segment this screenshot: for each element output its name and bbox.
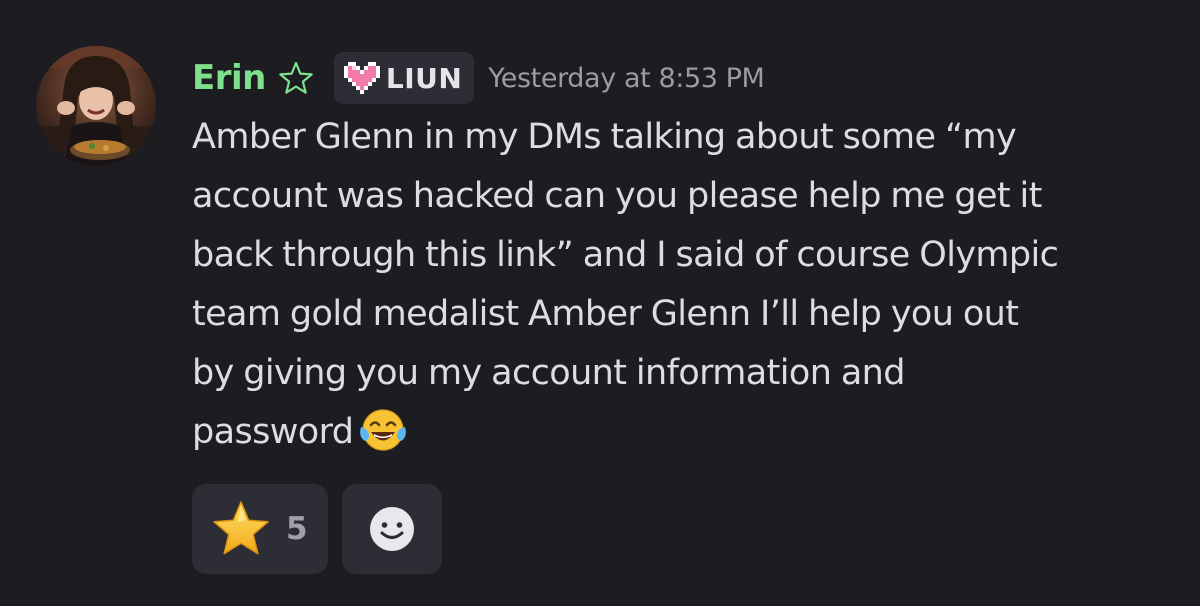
message-header: Erin LIUN Yesterday at 8:53 PM xyxy=(192,52,765,104)
add-reaction-button[interactable] xyxy=(342,484,442,574)
message-text-line: by giving you my account information and xyxy=(192,353,905,393)
reaction-star[interactable]: 5 xyxy=(192,484,328,574)
face-with-tears-of-joy-emoji[interactable] xyxy=(359,405,407,453)
message-content: Amber Glenn in my DMs talking about some… xyxy=(192,108,1177,462)
message-text-line: account was hacked can you please help m… xyxy=(192,176,1042,216)
star-outline-icon xyxy=(278,60,314,96)
message-last-line: password xyxy=(192,403,1177,462)
message-text-line: Amber Glenn in my DMs talking about some… xyxy=(192,117,1017,157)
pixel-heart-icon xyxy=(343,62,380,94)
star-emoji xyxy=(210,498,272,560)
add-reaction-smiley-icon xyxy=(367,504,417,554)
message-timestamp[interactable]: Yesterday at 8:53 PM xyxy=(488,63,765,94)
chat-message: Erin LIUN Yesterday at 8:53 PM Amber Gle… xyxy=(0,0,1200,606)
guild-tag-badge[interactable]: LIUN xyxy=(333,52,475,104)
reactions-bar: 5 xyxy=(192,484,442,574)
guild-tag-label: LIUN xyxy=(385,61,463,95)
message-text-line: team gold medalist Amber Glenn I’ll help… xyxy=(192,294,1019,334)
author-avatar[interactable] xyxy=(36,46,156,166)
message-text-line: password xyxy=(192,412,354,452)
message-text-line: back through this link” and I said of co… xyxy=(192,235,1059,275)
author-username[interactable]: Erin xyxy=(192,58,266,98)
reaction-count: 5 xyxy=(286,511,308,547)
